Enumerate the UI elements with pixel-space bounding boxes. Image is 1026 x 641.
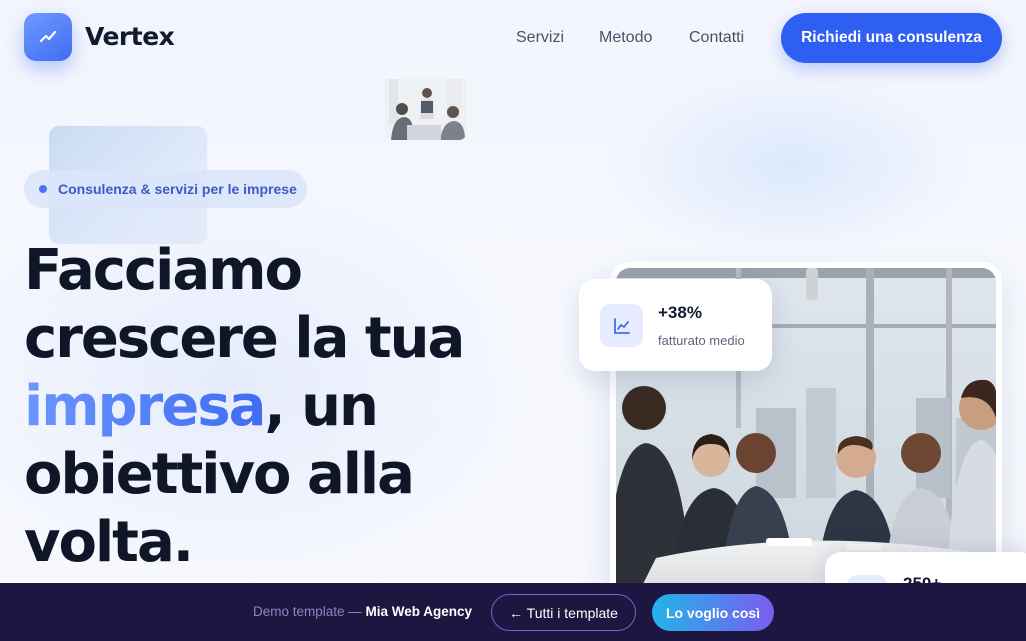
stat-label: fatturato medio	[658, 333, 745, 348]
nav-link-servizi[interactable]: Servizi	[516, 29, 564, 47]
headline-line-4: obiettivo alla	[24, 442, 415, 507]
stat-value: +38%	[658, 303, 702, 322]
stat-card-revenue: +38% fatturato medio	[579, 279, 772, 371]
headline-line-2: crescere la tua	[24, 306, 465, 371]
headline-line-1: Facciamo	[24, 238, 303, 303]
request-consultation-button[interactable]: Richiedi una consulenza	[781, 13, 1002, 63]
chart-line-icon	[600, 304, 643, 347]
nav-link-metodo[interactable]: Metodo	[599, 29, 652, 47]
meeting-thumbnail-image	[385, 79, 467, 140]
hero-badge-text: Consulenza & servizi per le imprese	[58, 181, 297, 197]
nav-link-contatti[interactable]: Contatti	[689, 29, 744, 47]
brand-name[interactable]: Vertex	[85, 22, 175, 51]
hero-badge: Consulenza & servizi per le imprese	[24, 170, 307, 208]
headline-line-5: volta.	[24, 510, 194, 575]
demo-template-bar: Demo template — Mia Web Agency ← Tutti i…	[0, 583, 1026, 641]
badge-dot-icon	[39, 185, 47, 193]
all-templates-button[interactable]: ← Tutti i template	[491, 594, 636, 631]
headline-line-3-rest: , un	[264, 374, 379, 439]
demo-label: Demo template — Mia Web Agency	[253, 604, 472, 619]
demo-agency-name: Mia Web Agency	[365, 604, 473, 619]
hero-headline: Facciamo crescere la tua impresa, un obi…	[24, 237, 544, 577]
trend-line-icon	[39, 30, 57, 43]
demo-prefix: Demo template —	[253, 604, 366, 619]
logo-mark[interactable]	[24, 13, 72, 61]
want-this-button[interactable]: Lo voglio così	[652, 594, 774, 631]
page: Vertex Servizi Metodo Contatti Richiedi …	[0, 0, 1026, 641]
headline-accent: impresa	[24, 374, 266, 439]
